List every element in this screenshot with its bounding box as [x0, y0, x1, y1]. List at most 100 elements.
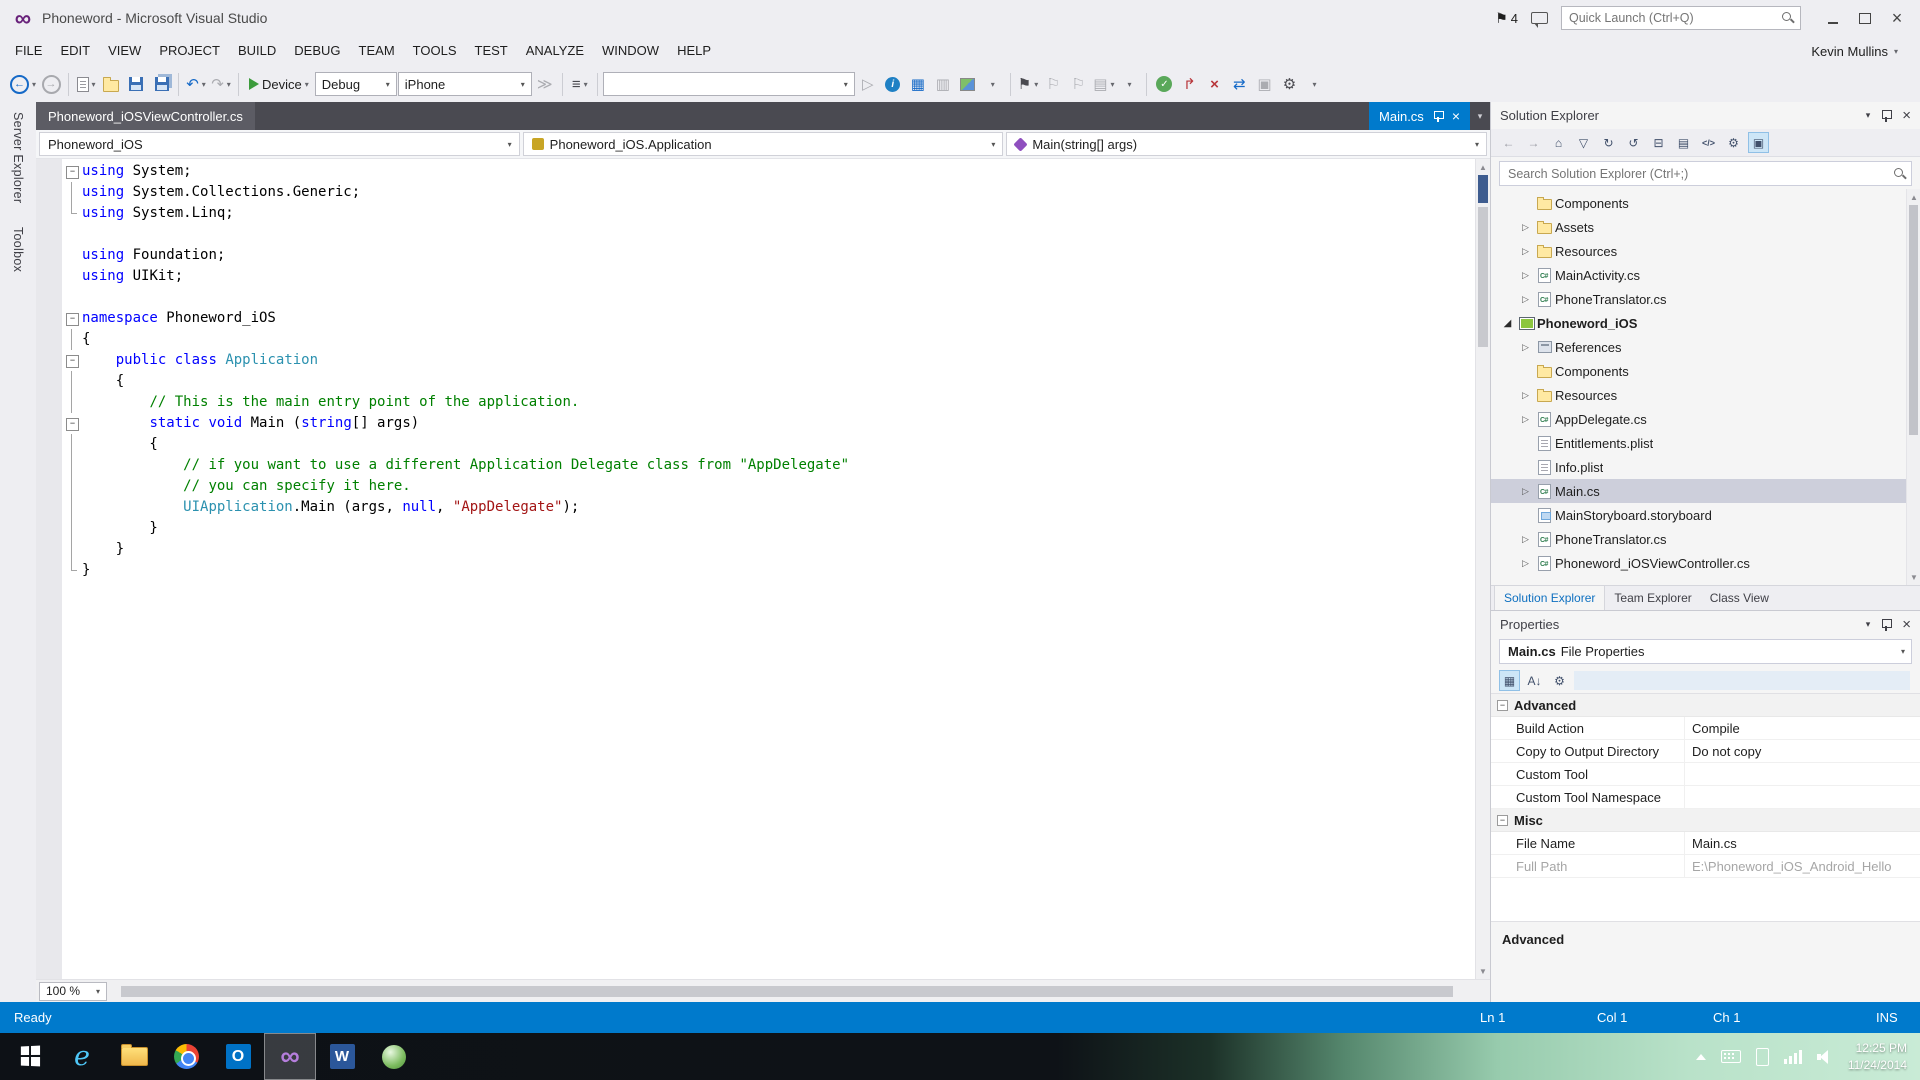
taskbar-clock[interactable]: 12:25 PM 11/24/2014 — [1848, 1040, 1907, 1074]
tree-item-components[interactable]: Components — [1491, 359, 1906, 383]
start-debugging-button[interactable]: Device — [244, 71, 314, 97]
tree-item-main-cs[interactable]: Main.cs — [1491, 479, 1906, 503]
open-file-button[interactable] — [99, 71, 123, 97]
panel-tab-team-explorer[interactable]: Team Explorer — [1605, 586, 1700, 610]
run-tests-button[interactable] — [856, 71, 880, 97]
preview-tab-main-cs[interactable]: Main.cs — [1369, 102, 1470, 130]
tree-item-info-plist[interactable]: Info.plist — [1491, 455, 1906, 479]
save-all-button[interactable] — [149, 71, 173, 97]
wrench-icon[interactable] — [1723, 132, 1744, 153]
designer-button[interactable] — [956, 71, 980, 97]
member-dropdown[interactable]: Main(string[] args) — [1006, 132, 1488, 156]
next-bookmark-button[interactable] — [1066, 71, 1090, 97]
forward-icon[interactable] — [1523, 132, 1544, 153]
find-combo[interactable] — [602, 72, 855, 96]
close-icon[interactable] — [1902, 108, 1911, 123]
taskbar-app-word[interactable] — [316, 1033, 368, 1080]
expander-expanded-icon[interactable] — [1499, 318, 1516, 329]
code-editor[interactable]: using System;using System.Collections.Ge… — [36, 159, 1490, 979]
zoom-selector[interactable]: 100 % — [39, 981, 107, 1001]
tray-keyboard-icon[interactable] — [1720, 1050, 1741, 1063]
quick-launch-input[interactable] — [1569, 11, 1781, 25]
close-button[interactable] — [1882, 6, 1912, 30]
undo-button[interactable] — [184, 71, 208, 97]
taskbar-app-internet-explorer[interactable] — [56, 1033, 108, 1080]
property-value[interactable]: Do not copy — [1685, 740, 1920, 762]
scrollbar-thumb[interactable] — [1478, 207, 1488, 347]
tree-item-resources[interactable]: Resources — [1491, 239, 1906, 263]
property-value[interactable] — [1685, 786, 1920, 808]
taskbar-app-green-app[interactable] — [368, 1033, 420, 1080]
expander-collapsed-icon[interactable] — [1517, 390, 1534, 401]
tray-volume-icon[interactable] — [1816, 1049, 1833, 1064]
expander-collapsed-icon[interactable] — [1517, 486, 1534, 497]
menu-window[interactable]: WINDOW — [593, 36, 668, 66]
taskbar-app-chrome[interactable] — [160, 1033, 212, 1080]
sync-button[interactable] — [1227, 71, 1251, 97]
close-tab-icon[interactable] — [1452, 108, 1460, 124]
tree-item-phoneword-iosviewcontroller-cs[interactable]: Phoneword_iOSViewController.cs — [1491, 551, 1906, 575]
check-in-button[interactable] — [1152, 71, 1176, 97]
scroll-down-icon[interactable] — [1476, 964, 1490, 978]
property-value[interactable] — [1685, 763, 1920, 785]
show-all-files-icon[interactable] — [1673, 132, 1694, 153]
previous-bookmark-button[interactable] — [1041, 71, 1065, 97]
expander-collapsed-icon[interactable] — [1517, 270, 1534, 281]
package-button[interactable] — [1252, 71, 1276, 97]
close-icon[interactable] — [1902, 617, 1911, 632]
fold-toggle-icon[interactable] — [62, 308, 82, 329]
window-position-icon[interactable] — [1866, 619, 1871, 630]
home-icon[interactable] — [1548, 132, 1569, 153]
menu-test[interactable]: TEST — [466, 36, 517, 66]
navigate-forward-button[interactable] — [39, 71, 63, 97]
target-device-combo[interactable]: iPhone — [397, 72, 532, 96]
fold-toggle-icon[interactable] — [62, 161, 82, 182]
categorized-icon[interactable] — [1499, 670, 1520, 691]
solution-configurations-combo[interactable]: Debug — [314, 72, 397, 96]
fold-toggle-icon[interactable] — [62, 350, 82, 371]
tree-item-entitlements-plist[interactable]: Entitlements.plist — [1491, 431, 1906, 455]
scrollbar-thumb[interactable] — [121, 985, 1453, 997]
tab-phoneword-iosviewcontroller-cs[interactable]: Phoneword_iOSViewController.cs — [36, 102, 255, 130]
expander-collapsed-icon[interactable] — [1517, 222, 1534, 233]
navigate-to-button[interactable] — [568, 71, 592, 97]
cancel-button[interactable] — [1202, 71, 1226, 97]
side-tab-server-explorer[interactable]: Server Explorer — [11, 108, 25, 207]
redo-button[interactable] — [209, 71, 233, 97]
expander-collapsed-icon[interactable] — [1517, 414, 1534, 425]
menu-analyze[interactable]: ANALYZE — [517, 36, 593, 66]
selected-object-dropdown[interactable]: Main.cs File Properties — [1499, 639, 1912, 664]
tree-item-appdelegate-cs[interactable]: AppDelegate.cs — [1491, 407, 1906, 431]
taskbar-app-visual-studio[interactable] — [264, 1033, 316, 1080]
tree-item-phonetranslator-cs[interactable]: PhoneTranslator.cs — [1491, 527, 1906, 551]
expander-collapsed-icon[interactable] — [1517, 558, 1534, 569]
feedback-icon[interactable] — [1531, 12, 1548, 28]
tray-chevron-up-icon[interactable] — [1695, 1053, 1706, 1060]
solution-search-input[interactable] — [1508, 166, 1893, 181]
bookmark-folder-button[interactable] — [1091, 71, 1116, 97]
menu-view[interactable]: VIEW — [99, 36, 150, 66]
preview-toggle-icon[interactable] — [1748, 132, 1769, 153]
bookmark-button[interactable] — [1016, 71, 1040, 97]
menu-debug[interactable]: DEBUG — [285, 36, 349, 66]
grid-button[interactable] — [906, 71, 930, 97]
expander-collapsed-icon[interactable] — [1517, 342, 1534, 353]
menu-edit[interactable]: EDIT — [51, 36, 99, 66]
tab-list-dropdown[interactable] — [1470, 102, 1490, 130]
pin-icon[interactable] — [1881, 618, 1893, 631]
view-code-icon[interactable] — [1698, 132, 1719, 153]
save-button[interactable] — [124, 71, 148, 97]
fold-toggle-icon[interactable] — [62, 413, 82, 434]
scrollbar-thumb[interactable] — [1909, 205, 1918, 435]
side-tab-toolbox[interactable]: Toolbox — [11, 223, 25, 276]
pin-icon[interactable] — [1881, 109, 1893, 122]
tree-item-mainstoryboard-storyboard[interactable]: MainStoryboard.storyboard — [1491, 503, 1906, 527]
window-position-icon[interactable] — [1866, 110, 1871, 121]
minimize-button[interactable] — [1818, 6, 1848, 30]
step-button[interactable] — [533, 71, 557, 97]
tree-item-references[interactable]: References — [1491, 335, 1906, 359]
sync-icon[interactable] — [1598, 132, 1619, 153]
menu-project[interactable]: PROJECT — [150, 36, 229, 66]
vertical-scrollbar[interactable] — [1475, 159, 1490, 979]
expander-collapsed-icon[interactable] — [1517, 246, 1534, 257]
